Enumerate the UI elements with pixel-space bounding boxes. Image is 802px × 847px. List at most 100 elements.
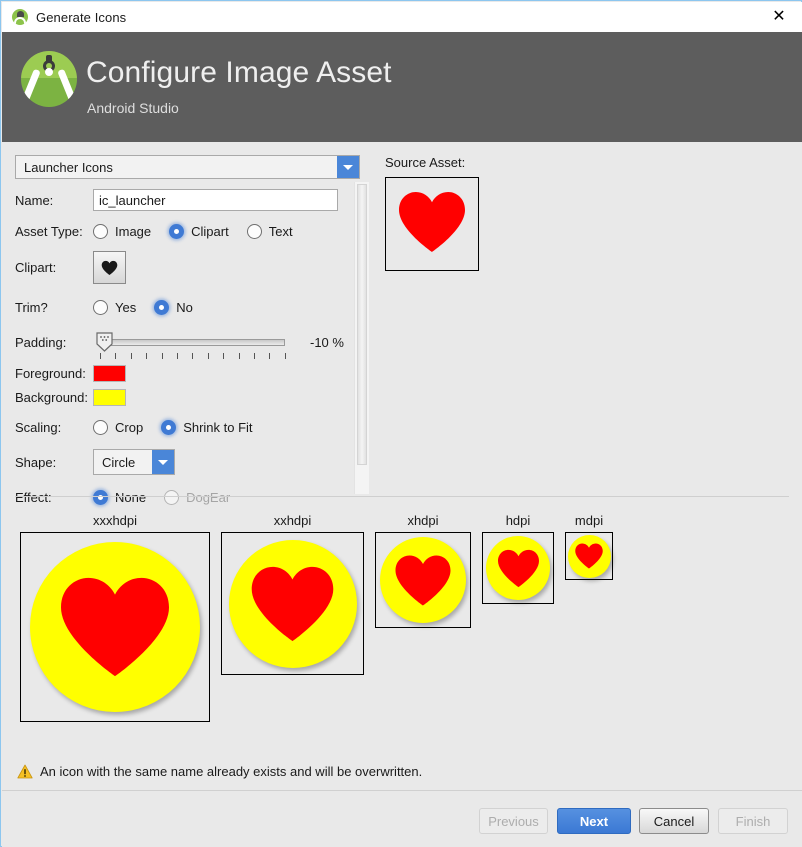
- preview-xxhdpi: xxhdpi: [221, 513, 364, 675]
- scaling-row: Scaling: Crop Shrink to Fit: [15, 416, 360, 438]
- android-studio-logo-icon: [21, 51, 77, 107]
- radio-selected-icon: [93, 489, 108, 505]
- radio-icon: [164, 489, 180, 505]
- dialog-body: Launcher Icons Name: Asset Type: Image: [2, 142, 802, 790]
- preview-box: [221, 532, 364, 675]
- asset-type-label: Asset Type:: [15, 223, 83, 239]
- slider-thumb[interactable]: [96, 332, 113, 352]
- finish-button[interactable]: Finish: [718, 808, 788, 834]
- preview-box: [375, 532, 471, 628]
- clipart-row: Clipart:: [15, 251, 360, 284]
- effect-row: Effect: None DogEar: [15, 486, 360, 508]
- foreground-row: Foreground:: [15, 363, 360, 383]
- radio-selected-icon: [169, 223, 185, 239]
- heart-icon: [396, 189, 468, 260]
- cancel-button[interactable]: Cancel: [639, 808, 709, 834]
- source-asset-preview: [385, 177, 479, 271]
- asset-type-row: Asset Type: Image Clipart Text: [15, 220, 360, 242]
- preview-box: [20, 532, 210, 722]
- scaling-option-shrink-to-fit[interactable]: Shrink to Fit: [161, 419, 253, 435]
- preview-label: mdpi: [574, 513, 604, 528]
- close-icon[interactable]: ✕: [756, 2, 802, 32]
- padding-label: Padding:: [15, 334, 67, 350]
- background-label: Background:: [15, 389, 88, 405]
- preview-label: xxhdpi: [273, 513, 312, 528]
- preview-mdpi: mdpi: [565, 513, 613, 580]
- preview-label: xxxhdpi: [92, 513, 138, 528]
- foreground-color-swatch[interactable]: [93, 364, 126, 382]
- source-asset-panel: Source Asset:: [385, 155, 479, 271]
- radio-icon: [93, 223, 108, 239]
- padding-value: -10 %: [310, 334, 344, 350]
- asset-type-label-text: Text: [268, 223, 293, 239]
- warning-text: An icon with the same name already exist…: [40, 764, 423, 779]
- effect-label-dogear: DogEar: [186, 489, 231, 505]
- shape-value: Circle: [102, 454, 136, 470]
- chevron-down-icon[interactable]: [152, 450, 174, 474]
- warning-message: An icon with the same name already exist…: [17, 764, 422, 779]
- asset-type-label-clipart: Clipart: [191, 223, 229, 239]
- shape-row: Shape: Circle: [15, 449, 360, 475]
- title-bar: Generate Icons ✕: [2, 2, 802, 32]
- next-button[interactable]: Next: [557, 808, 631, 834]
- preview-box: [482, 532, 554, 604]
- effect-option-dogear: DogEar: [164, 489, 231, 505]
- radio-selected-icon: [161, 419, 177, 435]
- padding-row: Padding: -10 %: [15, 327, 360, 359]
- padding-slider[interactable]: [93, 331, 286, 359]
- scaling-label: Scaling:: [15, 419, 62, 435]
- trim-option-no[interactable]: No: [154, 299, 193, 315]
- preview-xxxhdpi: xxxhdpi: [20, 513, 210, 722]
- header-banner: Configure Image Asset Android Studio: [2, 32, 802, 142]
- config-form: Launcher Icons Name: Asset Type: Image: [15, 155, 360, 517]
- slider-ticks: [100, 353, 286, 359]
- background-row: Background:: [15, 387, 360, 407]
- heart-icon: [101, 260, 118, 276]
- name-label: Name:: [15, 192, 54, 208]
- dialog-footer: Previous Next Cancel Finish: [2, 791, 802, 847]
- window-title: Generate Icons: [36, 9, 127, 25]
- preview-xhdpi: xhdpi: [375, 513, 471, 628]
- radio-icon: [93, 419, 108, 435]
- trim-row: Trim? Yes No: [15, 296, 360, 318]
- trim-label-yes: Yes: [115, 299, 137, 315]
- name-input[interactable]: [93, 189, 338, 211]
- asset-type-option-text[interactable]: Text: [246, 223, 293, 239]
- asset-type-option-image[interactable]: Image: [93, 223, 152, 239]
- foreground-label: Foreground:: [15, 365, 86, 381]
- radio-icon: [93, 299, 108, 315]
- preview-label: hdpi: [505, 513, 531, 528]
- preview-hdpi: hdpi: [482, 513, 554, 604]
- shape-label: Shape:: [15, 454, 57, 470]
- source-asset-label: Source Asset:: [385, 155, 466, 170]
- slider-track[interactable]: [100, 339, 285, 346]
- generated-icon: [486, 536, 550, 600]
- clipart-label: Clipart:: [15, 260, 57, 275]
- icon-type-value: Launcher Icons: [24, 159, 113, 175]
- icon-type-dropdown[interactable]: Launcher Icons: [15, 155, 360, 179]
- page-title: Configure Image Asset: [86, 56, 392, 89]
- warning-triangle-icon: [17, 764, 33, 779]
- shape-dropdown[interactable]: Circle: [93, 449, 175, 475]
- preview-box: [565, 532, 613, 580]
- preview-strip: xxxhdpi xxhdpi xhdpi hdpi mdpi: [20, 513, 613, 722]
- trim-option-yes[interactable]: Yes: [93, 299, 137, 315]
- radio-icon: [246, 223, 262, 239]
- clipart-picker-button[interactable]: [93, 251, 126, 284]
- scaling-option-crop[interactable]: Crop: [93, 419, 143, 435]
- android-studio-icon: [12, 9, 28, 25]
- generated-icon: [567, 534, 611, 578]
- trim-label: Trim?: [15, 299, 48, 315]
- asset-type-label-image: Image: [115, 223, 152, 239]
- preview-label: xhdpi: [407, 513, 439, 528]
- generated-icon: [380, 537, 466, 623]
- form-scrollbar[interactable]: [354, 182, 369, 494]
- background-color-swatch[interactable]: [93, 388, 126, 406]
- asset-type-option-clipart[interactable]: Clipart: [169, 223, 229, 239]
- scrollbar-thumb[interactable]: [357, 184, 367, 465]
- effect-option-none[interactable]: None: [93, 489, 146, 505]
- effect-label: Effect:: [15, 489, 52, 505]
- chevron-down-icon[interactable]: [337, 156, 359, 178]
- previous-button[interactable]: Previous: [479, 808, 548, 834]
- section-divider: [15, 496, 789, 497]
